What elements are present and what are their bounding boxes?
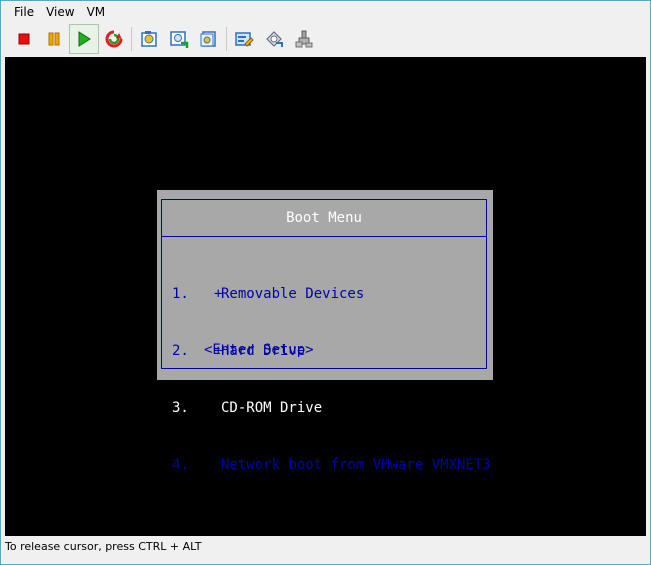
boot-option-network-boot[interactable]: 4. Network boot from VMware VMXNET3 (172, 456, 491, 475)
toolbar-separator (226, 27, 227, 51)
toolbar-separator (131, 27, 132, 51)
devices-button[interactable] (289, 24, 319, 54)
revert-snapshot-icon (170, 31, 189, 48)
menu-bar: File View VM (8, 4, 111, 22)
menu-file[interactable]: File (8, 4, 40, 22)
boot-option-label: Removable Devices (221, 286, 365, 302)
cd-dvd-icon (266, 31, 283, 47)
boot-menu: Boot Menu 1. + Removable Devices 2. + Hard D… (157, 190, 493, 473)
suspend-button[interactable] (39, 24, 69, 54)
boot-option-label: CD-ROM Drive (221, 400, 323, 416)
menu-vm[interactable]: VM (81, 4, 112, 22)
menu-view[interactable]: View (40, 4, 80, 22)
boot-option-removable-devices[interactable]: 1. + Removable Devices (172, 285, 491, 304)
status-bar-text: To release cursor, press CTRL + ALT (5, 540, 202, 553)
manage-snapshots-button[interactable] (194, 24, 224, 54)
expand-marker (214, 456, 221, 475)
pause-icon (48, 32, 60, 46)
boot-device-list: 1. + Removable Devices 2. + Hard Drive 3. CD… (172, 247, 491, 513)
expand-marker: + (214, 286, 223, 302)
toolbar (9, 24, 647, 54)
snapshot-button[interactable] (134, 24, 164, 54)
vm-console[interactable]: Boot Menu 1. + Removable Devices 2. + Hard D… (5, 57, 646, 536)
enter-setup-option[interactable]: <Enter Setup> (204, 342, 314, 358)
boot-option-cd-rom-drive[interactable]: 3. CD-ROM Drive (172, 399, 491, 418)
play-icon (78, 31, 91, 47)
reset-button[interactable] (99, 24, 129, 54)
stop-icon (18, 33, 30, 45)
revert-snapshot-button[interactable] (164, 24, 194, 54)
snapshot-icon (141, 31, 157, 47)
edit-settings-button[interactable] (229, 24, 259, 54)
devices-icon (295, 30, 313, 48)
boot-option-number: 4. (172, 457, 189, 473)
manage-snapshots-icon (200, 31, 216, 47)
reset-icon (105, 30, 123, 48)
power-on-button[interactable] (69, 24, 99, 54)
power-off-button[interactable] (9, 24, 39, 54)
boot-menu-title: Boot Menu (162, 200, 486, 237)
expand-marker (214, 399, 221, 418)
boot-option-number: 1. (172, 286, 189, 302)
boot-menu-frame: Boot Menu 1. + Removable Devices 2. + Hard D… (161, 199, 491, 473)
boot-option-number: 3. (172, 400, 189, 416)
cd-dvd-button[interactable] (259, 24, 289, 54)
edit-settings-icon (235, 32, 254, 47)
boot-option-label: Network boot from VMware VMXNET3 (221, 457, 491, 473)
